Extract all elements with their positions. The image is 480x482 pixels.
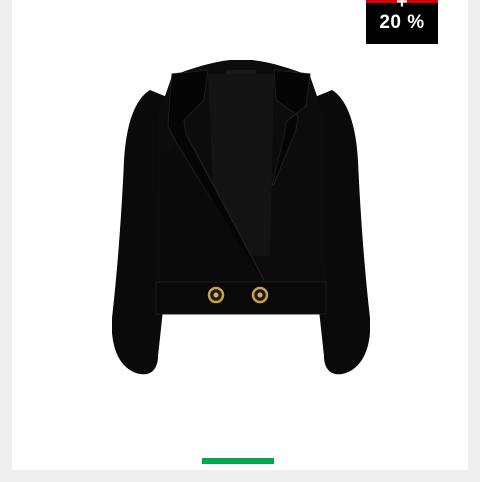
- carousel-indicators: [0, 458, 480, 464]
- carousel-indicator-3[interactable]: [288, 458, 360, 464]
- left-gutter: [0, 0, 12, 482]
- badge-discount-percent: 20 %: [379, 12, 425, 33]
- bottom-gutter: [0, 470, 480, 482]
- badge-plus-symbol: +: [396, 0, 408, 13]
- product-card: + 20 %: [0, 0, 480, 482]
- carousel-indicator-1[interactable]: [116, 458, 188, 464]
- jacket-button-left-center: [213, 292, 219, 298]
- cropped-black-jacket-image: [112, 60, 370, 375]
- jacket-waistband: [155, 281, 327, 315]
- product-image[interactable]: [112, 56, 370, 382]
- right-gutter: [468, 0, 480, 482]
- brand-neck-tag: [226, 70, 256, 74]
- discount-badge: + 20 %: [366, 0, 438, 44]
- carousel-indicator-2[interactable]: [202, 458, 274, 464]
- jacket-button-right-center: [257, 292, 263, 298]
